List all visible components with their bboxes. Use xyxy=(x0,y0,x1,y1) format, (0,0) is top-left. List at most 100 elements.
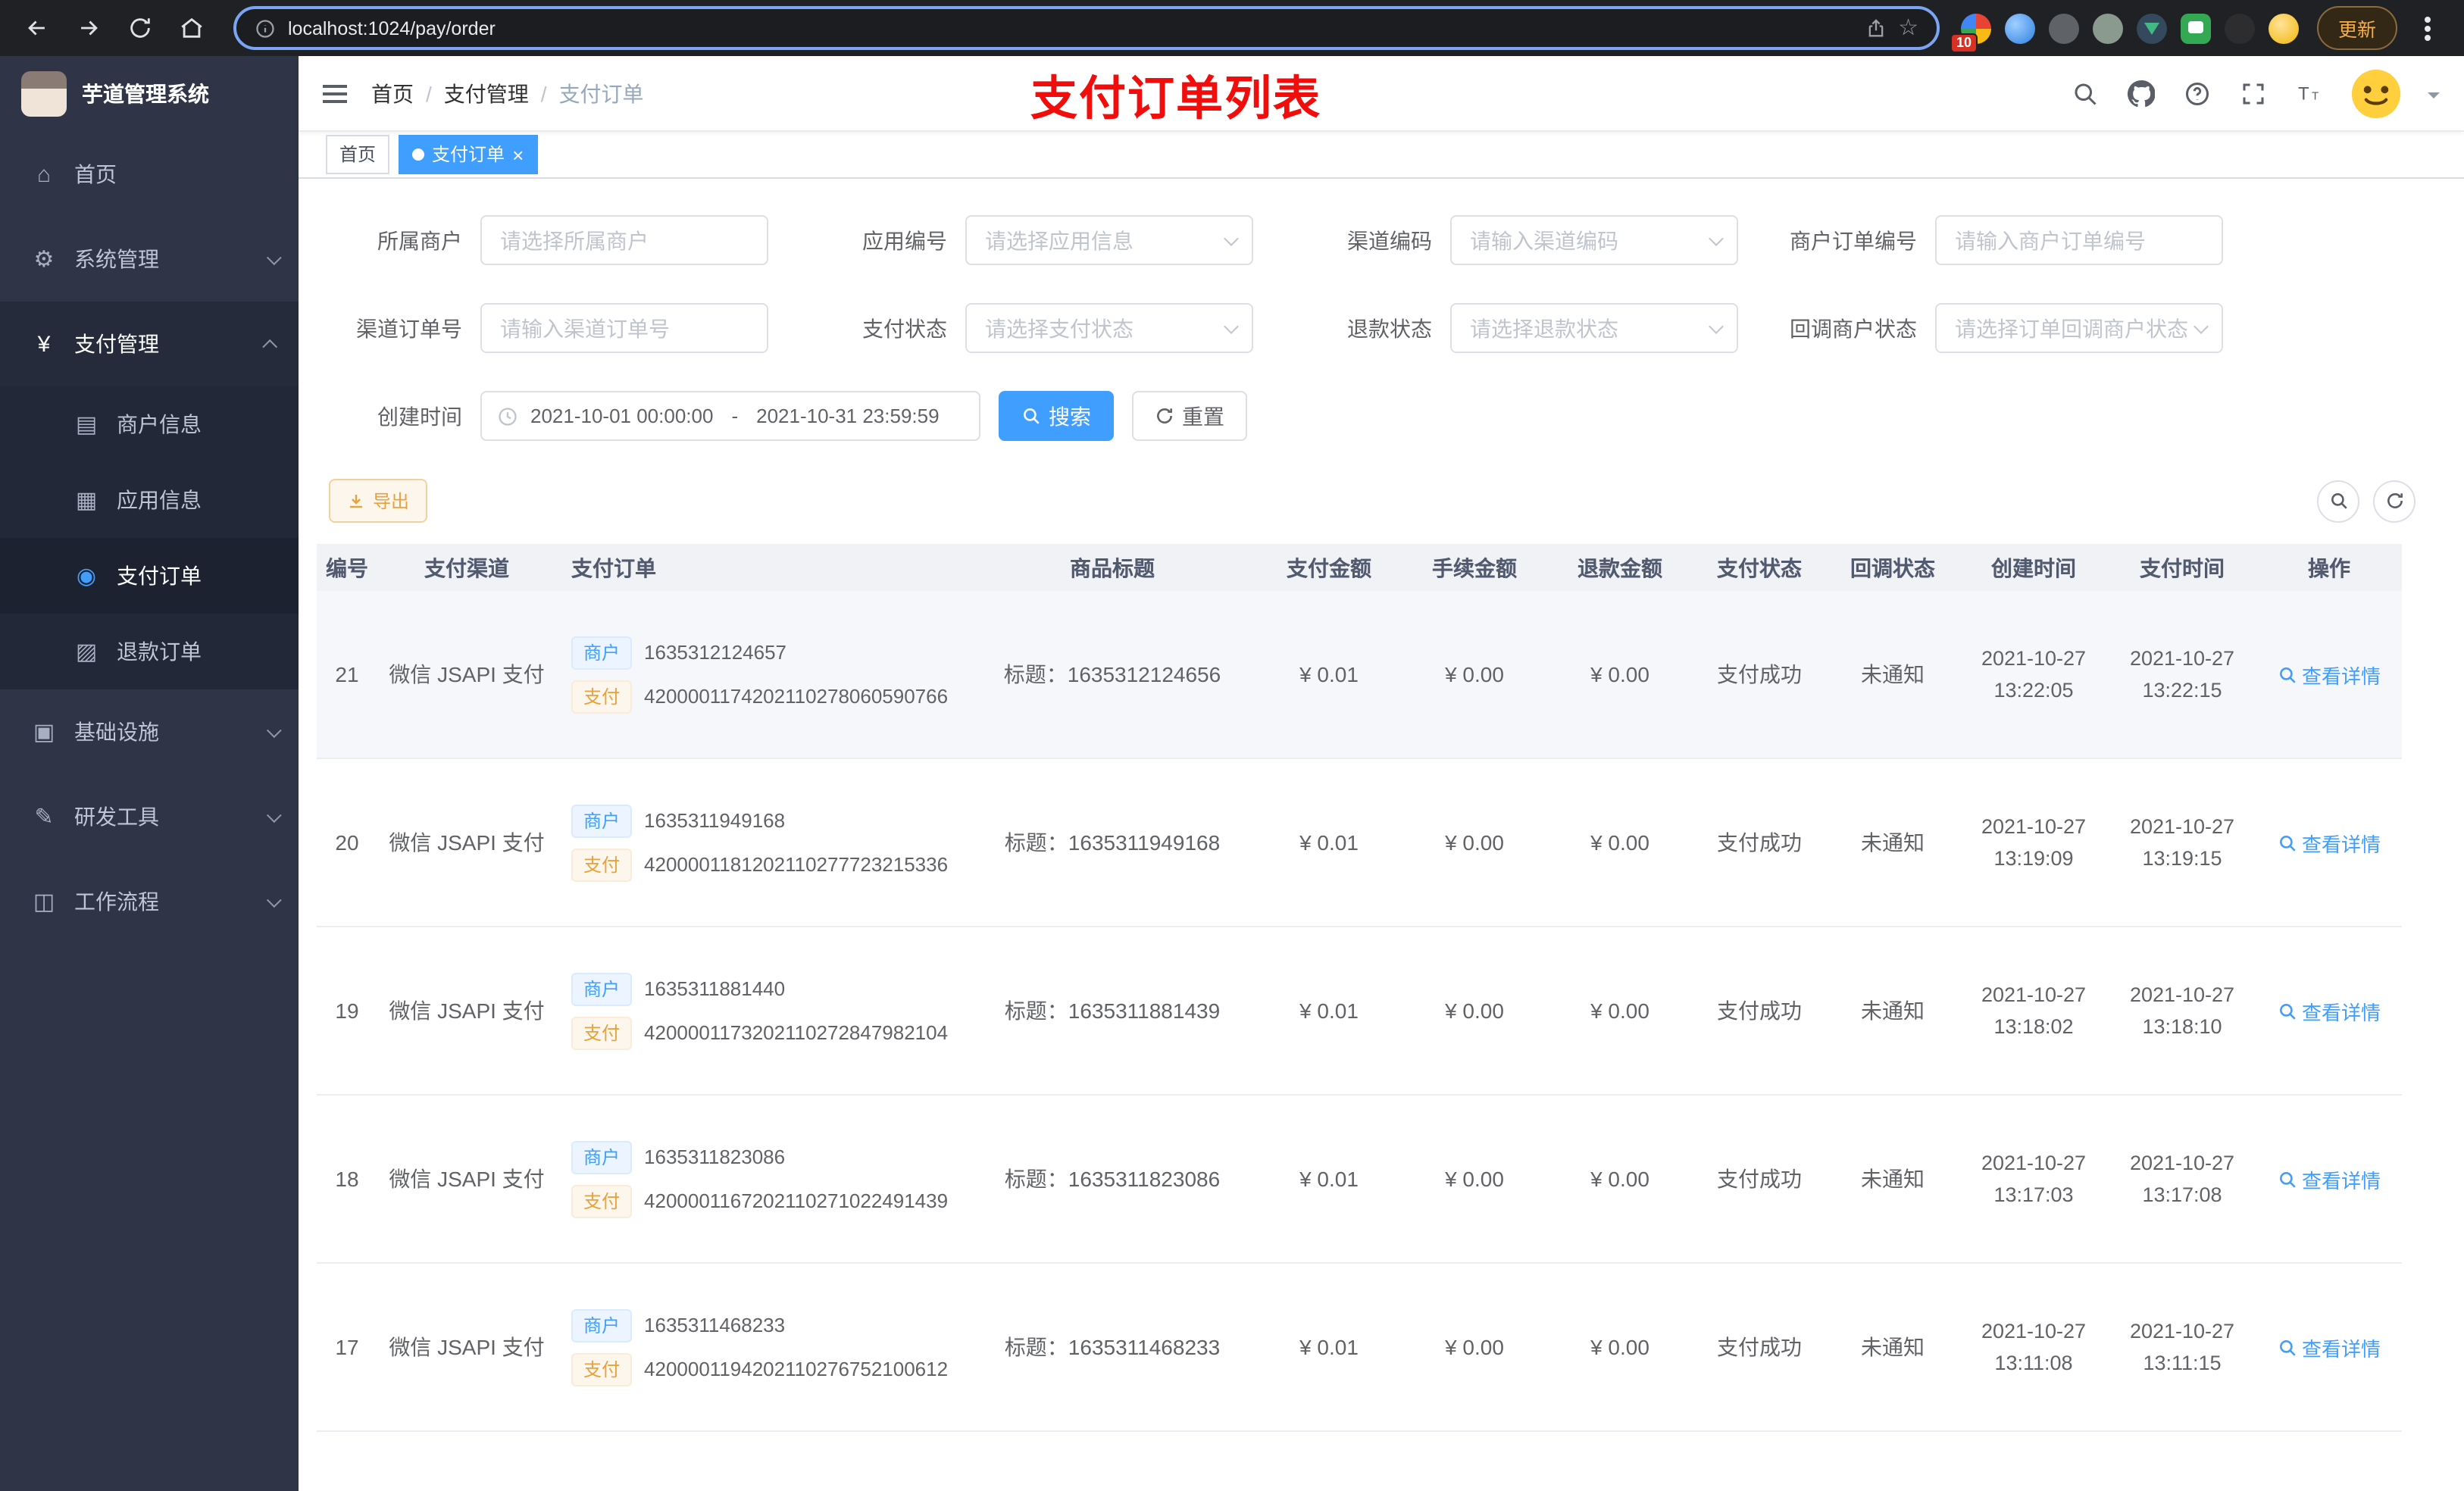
column-refund: 退款金额 xyxy=(1578,555,1662,580)
filter-label: 退款状态 xyxy=(1347,316,1432,340)
extension-icon-blue[interactable] xyxy=(2004,13,2035,43)
vue-devtools-icon[interactable] xyxy=(2136,13,2167,43)
search-icon[interactable] xyxy=(2070,78,2100,108)
pay-order-no: 4200001167202110271022491439 xyxy=(644,1189,949,1212)
browser-home-icon[interactable] xyxy=(170,7,212,49)
filter-channel-code: 渠道编码 xyxy=(1299,215,1738,265)
share-icon[interactable] xyxy=(1865,17,1886,39)
sidebar-item-workflow[interactable]: ◫ 工作流程 xyxy=(0,859,299,944)
fullscreen-icon[interactable] xyxy=(2238,78,2269,108)
cell-title: 标题：1635311468233 xyxy=(1004,1335,1221,1359)
table-row: 商户1635311517036 xyxy=(317,1432,2402,1491)
search-icon xyxy=(2280,1339,2296,1355)
create-time-range-picker[interactable]: 2021-10-01 00:00:00 - 2021-10-31 23:59:5… xyxy=(480,391,980,441)
cell-created: 2021-10-27 13:17:03 xyxy=(1981,1152,2087,1206)
cell-title: 标题：1635311881439 xyxy=(1004,999,1221,1023)
address-bar[interactable]: localhost:1024/pay/order ☆ xyxy=(233,6,1940,50)
bookmark-star-icon[interactable]: ☆ xyxy=(1898,17,1918,39)
cell-actions: 查看详情 xyxy=(2256,996,2402,1025)
cell-actions: 查看详情 xyxy=(2256,660,2402,689)
browser-profile-avatar[interactable] xyxy=(2268,13,2299,43)
channel-order-no-input[interactable] xyxy=(480,303,768,353)
table-row: 19 微信 JSAPI 支付 商户 1635311881440 支付 4200001… xyxy=(317,927,2402,1096)
font-size-icon[interactable]: TT xyxy=(2294,78,2325,108)
column-created: 创建时间 xyxy=(1991,555,2076,580)
view-detail-link[interactable]: 查看详情 xyxy=(2278,660,2381,689)
pay-tag: 支付 xyxy=(571,1352,633,1386)
logo-avatar xyxy=(21,71,67,117)
sidebar-item-label: 系统管理 xyxy=(74,247,159,271)
sidebar-item-home[interactable]: ⌂ 首页 xyxy=(0,132,299,217)
workflow-icon: ◫ xyxy=(33,889,55,915)
browser-menu-icon[interactable] xyxy=(2406,7,2449,49)
tab-close-icon[interactable]: × xyxy=(512,145,524,164)
browser-forward-icon[interactable] xyxy=(67,7,109,49)
extension-icon-colorful[interactable]: 10 xyxy=(1950,13,1991,52)
sidebar-item-dev-tools[interactable]: ✎ 研发工具 xyxy=(0,774,299,859)
browser-reload-icon[interactable] xyxy=(118,7,161,49)
export-button[interactable]: 导出 xyxy=(329,479,428,523)
cell-id: 17 xyxy=(335,1335,359,1359)
sidebar-item-infra[interactable]: ▣ 基础设施 xyxy=(0,689,299,774)
toggle-search-icon[interactable] xyxy=(2317,480,2359,522)
channel-code-select[interactable] xyxy=(1450,215,1738,265)
extension-icon-chat[interactable] xyxy=(2180,13,2211,43)
site-info-icon[interactable] xyxy=(255,17,276,39)
reset-button-label: 重置 xyxy=(1182,404,1224,428)
pay-status-select[interactable] xyxy=(965,303,1253,353)
tab-label: 支付订单 xyxy=(432,144,505,165)
refund-status-select[interactable] xyxy=(1450,303,1738,353)
sidebar-item-pay-order[interactable]: ◉ 支付订单 xyxy=(0,538,299,614)
extension-icon-green-grey[interactable] xyxy=(2092,13,2123,43)
chevron-up-icon xyxy=(262,338,278,354)
tab-home[interactable]: 首页 xyxy=(326,135,390,174)
cell-channel: 微信 JSAPI 支付 xyxy=(389,999,545,1023)
sidebar-item-label: 支付订单 xyxy=(117,564,202,588)
sidebar-item-label: 退款订单 xyxy=(117,639,202,664)
cell-paid: 2021-10-27 13:19:15 xyxy=(2129,815,2235,870)
view-detail-link[interactable]: 查看详情 xyxy=(2278,996,2381,1025)
sidebar-item-system[interactable]: ⚙ 系统管理 xyxy=(0,217,299,302)
merchant-order-no-input[interactable] xyxy=(1935,215,2223,265)
sidebar-item-label: 工作流程 xyxy=(74,889,159,914)
extension-icon-grey[interactable] xyxy=(2048,13,2079,43)
help-icon[interactable] xyxy=(2182,78,2212,108)
table-row: 20 微信 JSAPI 支付 商户 1635311949168 支付 4200001… xyxy=(317,759,2402,927)
refresh-table-icon[interactable] xyxy=(2373,480,2416,522)
app-no-select[interactable] xyxy=(965,215,1253,265)
view-detail-link[interactable]: 查看详情 xyxy=(2278,1164,2381,1193)
breadcrumb-separator: / xyxy=(540,81,547,105)
view-detail-link[interactable]: 查看详情 xyxy=(2278,828,2381,857)
sidebar-item-app-info[interactable]: ▦ 应用信息 xyxy=(0,462,299,538)
extensions-puzzle-icon[interactable] xyxy=(2224,13,2255,43)
breadcrumb-pay[interactable]: 支付管理 xyxy=(444,78,529,108)
sidebar-item-merchant-info[interactable]: ▤ 商户信息 xyxy=(0,386,299,462)
avatar-caret-icon[interactable] xyxy=(2428,92,2440,104)
search-button[interactable]: 搜索 xyxy=(999,391,1114,441)
reset-button[interactable]: 重置 xyxy=(1132,391,1247,441)
filter-row-2: 渠道订单号 支付状态 退款状态 回调商户状态 xyxy=(317,303,2446,353)
filter-label: 支付状态 xyxy=(862,316,947,340)
callback-status-select[interactable] xyxy=(1935,303,2223,353)
filter-row-1: 所属商户 应用编号 渠道编码 商户订单编号 xyxy=(317,215,2446,265)
user-avatar[interactable] xyxy=(2350,67,2402,119)
breadcrumb-separator: / xyxy=(426,81,432,105)
sidebar-item-refund-order[interactable]: ▨ 退款订单 xyxy=(0,614,299,689)
app-logo: 芋道管理系统 xyxy=(0,56,299,132)
sidebar-item-label: 基础设施 xyxy=(74,720,159,744)
tab-pay-order[interactable]: 支付订单 × xyxy=(399,135,538,174)
merchant-order-no: 1635312124657 xyxy=(644,641,787,664)
cell-fee: ¥ 0.00 xyxy=(1445,662,1504,686)
browser-back-icon[interactable] xyxy=(15,7,58,49)
breadcrumb-home[interactable]: 首页 xyxy=(371,78,414,108)
github-icon[interactable] xyxy=(2126,78,2156,108)
cell-id: 21 xyxy=(335,662,359,686)
owner-merchant-input[interactable] xyxy=(480,215,768,265)
pay-tag: 支付 xyxy=(571,680,633,713)
sidebar-item-pay[interactable]: ¥ 支付管理 xyxy=(0,302,299,386)
cell-status: 支付成功 xyxy=(1717,1335,1802,1359)
chrome-update-button[interactable]: 更新 xyxy=(2316,6,2397,50)
sidebar-toggle-icon[interactable] xyxy=(299,55,371,131)
view-detail-link[interactable]: 查看详情 xyxy=(2278,1333,2381,1361)
active-tab-dot xyxy=(412,148,425,161)
